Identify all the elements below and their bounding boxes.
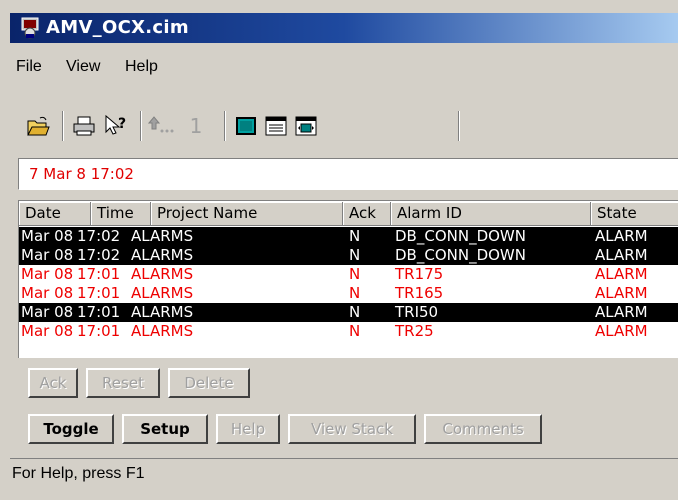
ack-button[interactable]: Ack [28,368,78,398]
cell-time: 17:01 [77,303,121,321]
column-header-alarm-id[interactable]: Alarm ID [391,202,591,226]
cell-ack: N [349,303,361,321]
details-window-icon[interactable] [292,112,320,140]
cell-date: Mar 08 [21,227,74,245]
column-header-ack[interactable]: Ack [343,202,391,226]
table-row[interactable]: Mar 08 17:01 ALARMS N TR175 ALARM [19,265,678,284]
cell-time: 17:01 [77,322,121,340]
cell-time: 17:01 [77,284,121,302]
cell-project-name: ALARMS [131,322,194,340]
toolbar: ? 1 [16,105,460,147]
column-header-state[interactable]: State [591,202,678,226]
setup-button[interactable]: Setup [122,414,208,444]
cell-alarm-id: TR165 [395,284,444,302]
open-folder-icon[interactable] [24,112,52,140]
date-display: 7 Mar 8 17:02 [18,158,678,190]
delete-button[interactable]: Delete [168,368,250,398]
menu-file[interactable]: File [16,58,42,76]
cell-state: ALARM [595,227,648,245]
print-icon[interactable] [70,112,98,140]
comments-button[interactable]: Comments [424,414,542,444]
cell-state: ALARM [595,246,648,264]
context-help-icon[interactable]: ? [102,112,130,140]
cell-state: ALARM [595,265,648,283]
cell-alarm-id: DB_CONN_DOWN [395,246,526,264]
button-panel: Ack Reset Delete Toggle Setup Help View … [18,360,678,456]
table-row[interactable]: Mar 08 17:02 ALARMS N DB_CONN_DOWN ALARM [19,246,678,265]
cell-project-name: ALARMS [131,303,194,321]
cell-date: Mar 08 [21,303,74,321]
cell-alarm-id: TR175 [395,265,444,283]
cell-date: Mar 08 [21,322,74,340]
cell-state: ALARM [595,284,648,302]
cell-date: Mar 08 [21,246,74,264]
column-header-time[interactable]: Time [91,202,151,226]
table-row[interactable]: Mar 08 17:01 ALARMS N TRI50 ALARM [19,303,678,322]
cell-project-name: ALARMS [131,227,194,245]
cell-alarm-id: TR25 [395,322,434,340]
cell-project-name: ALARMS [131,246,194,264]
date-text: 7 Mar 8 17:02 [29,165,134,183]
cell-ack: N [349,227,361,245]
table-row[interactable]: Mar 08 17:01 ALARMS N TR25 ALARM [19,322,678,341]
help-button[interactable]: Help [216,414,280,444]
cell-ack: N [349,322,361,340]
cell-ack: N [349,265,361,283]
cell-alarm-id: DB_CONN_DOWN [395,227,526,245]
reset-button[interactable]: Reset [86,368,160,398]
table-row[interactable]: Mar 08 17:01 ALARMS N TR165 ALARM [19,284,678,303]
view-stack-button[interactable]: View Stack [288,414,416,444]
alarm-list[interactable]: Date Time Project Name Ack Alarm ID Stat… [18,200,678,358]
list-view-icon[interactable] [262,112,290,140]
cell-ack: N [349,246,361,264]
page-number-icon[interactable]: 1 [182,112,210,140]
cell-time: 17:01 [77,265,121,283]
status-bar: For Help, press F1 [10,458,678,490]
single-window-icon[interactable] [232,112,260,140]
cell-state: ALARM [595,303,648,321]
title-bar[interactable]: AMV_OCX.cim [10,13,678,43]
status-text: For Help, press F1 [12,465,145,482]
app-icon [21,17,39,39]
table-row[interactable]: Mar 08 17:02 ALARMS N DB_CONN_DOWN ALARM [19,227,678,246]
cell-project-name: ALARMS [131,284,194,302]
cell-time: 17:02 [77,227,121,245]
cell-alarm-id: TRI50 [395,303,439,321]
page-up-icon[interactable] [148,112,176,140]
cell-state: ALARM [595,322,648,340]
menu-help[interactable]: Help [125,58,158,76]
column-header-project-name[interactable]: Project Name [151,202,343,226]
svg-text:?: ? [118,116,126,132]
cell-date: Mar 08 [21,265,74,283]
cell-time: 17:02 [77,246,121,264]
toggle-button[interactable]: Toggle [28,414,114,444]
cell-date: Mar 08 [21,284,74,302]
menu-view[interactable]: View [66,58,100,76]
cell-ack: N [349,284,361,302]
cell-project-name: ALARMS [131,265,194,283]
window-title: AMV_OCX.cim [46,17,189,38]
column-header-date[interactable]: Date [19,202,91,226]
